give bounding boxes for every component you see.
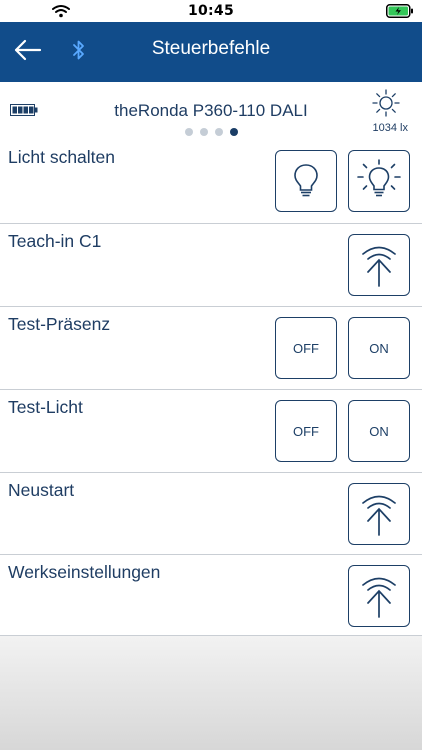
- command-row: Test-Präsenz OFF ON: [0, 307, 422, 390]
- empty-area: [0, 636, 422, 750]
- command-label: Licht schalten: [8, 147, 116, 167]
- command-row: Werkseinstellungen: [0, 555, 422, 636]
- page-dot[interactable]: [200, 128, 208, 136]
- signal-send-icon: [359, 242, 399, 288]
- bulb-off-icon: [293, 163, 319, 199]
- command-label: Teach-in C1: [8, 231, 102, 251]
- page-dot[interactable]: [215, 128, 223, 136]
- page-dot[interactable]: [230, 128, 238, 136]
- signal-send-button[interactable]: [348, 483, 410, 545]
- bluetooth-icon: [73, 40, 84, 60]
- command-label: Test-Präsenz: [8, 314, 111, 334]
- bulb-on-button[interactable]: [348, 150, 410, 212]
- page-title: Steuerbefehle: [151, 38, 271, 59]
- off-button[interactable]: OFF: [275, 400, 337, 462]
- command-label: Test-Licht: [8, 397, 83, 417]
- command-row: Test-Licht OFF ON: [0, 390, 422, 473]
- back-button[interactable]: [12, 36, 48, 68]
- page-dot[interactable]: [185, 128, 193, 136]
- button-label: OFF: [293, 423, 319, 439]
- signal-send-button[interactable]: [348, 565, 410, 627]
- battery-charging-icon: [386, 4, 413, 18]
- command-row: Neustart: [0, 473, 422, 555]
- device-battery-icon: [10, 104, 38, 116]
- signal-send-icon: [359, 491, 399, 537]
- nav-bar: Steuerbefehle: [0, 22, 422, 82]
- signal-send-icon: [359, 573, 399, 619]
- on-button[interactable]: ON: [348, 317, 410, 379]
- bulb-on-icon: [355, 158, 403, 204]
- button-label: ON: [369, 423, 389, 439]
- sun-icon: [372, 89, 400, 117]
- status-time: 10:45: [187, 3, 235, 19]
- command-row: Licht schalten: [0, 140, 422, 224]
- bulb-off-button[interactable]: [275, 150, 337, 212]
- device-name: theRonda P360-110 DALI: [114, 101, 308, 120]
- status-bar: 10:45: [0, 0, 422, 22]
- device-header: theRonda P360-110 DALI 1034 lx: [0, 82, 422, 140]
- signal-send-button[interactable]: [348, 234, 410, 296]
- button-label: OFF: [293, 340, 319, 356]
- command-list: Licht schalten Teach-in C1 Test-Präsenz OFF…: [0, 140, 422, 636]
- on-button[interactable]: ON: [348, 400, 410, 462]
- button-label: ON: [369, 340, 389, 356]
- command-label: Neustart: [8, 480, 75, 500]
- command-row: Teach-in C1: [0, 224, 422, 307]
- off-button[interactable]: OFF: [275, 317, 337, 379]
- command-label: Werkseinstellungen: [8, 562, 161, 582]
- lux-value: 1034 lx: [372, 122, 408, 134]
- arrow-left-icon: [14, 39, 42, 61]
